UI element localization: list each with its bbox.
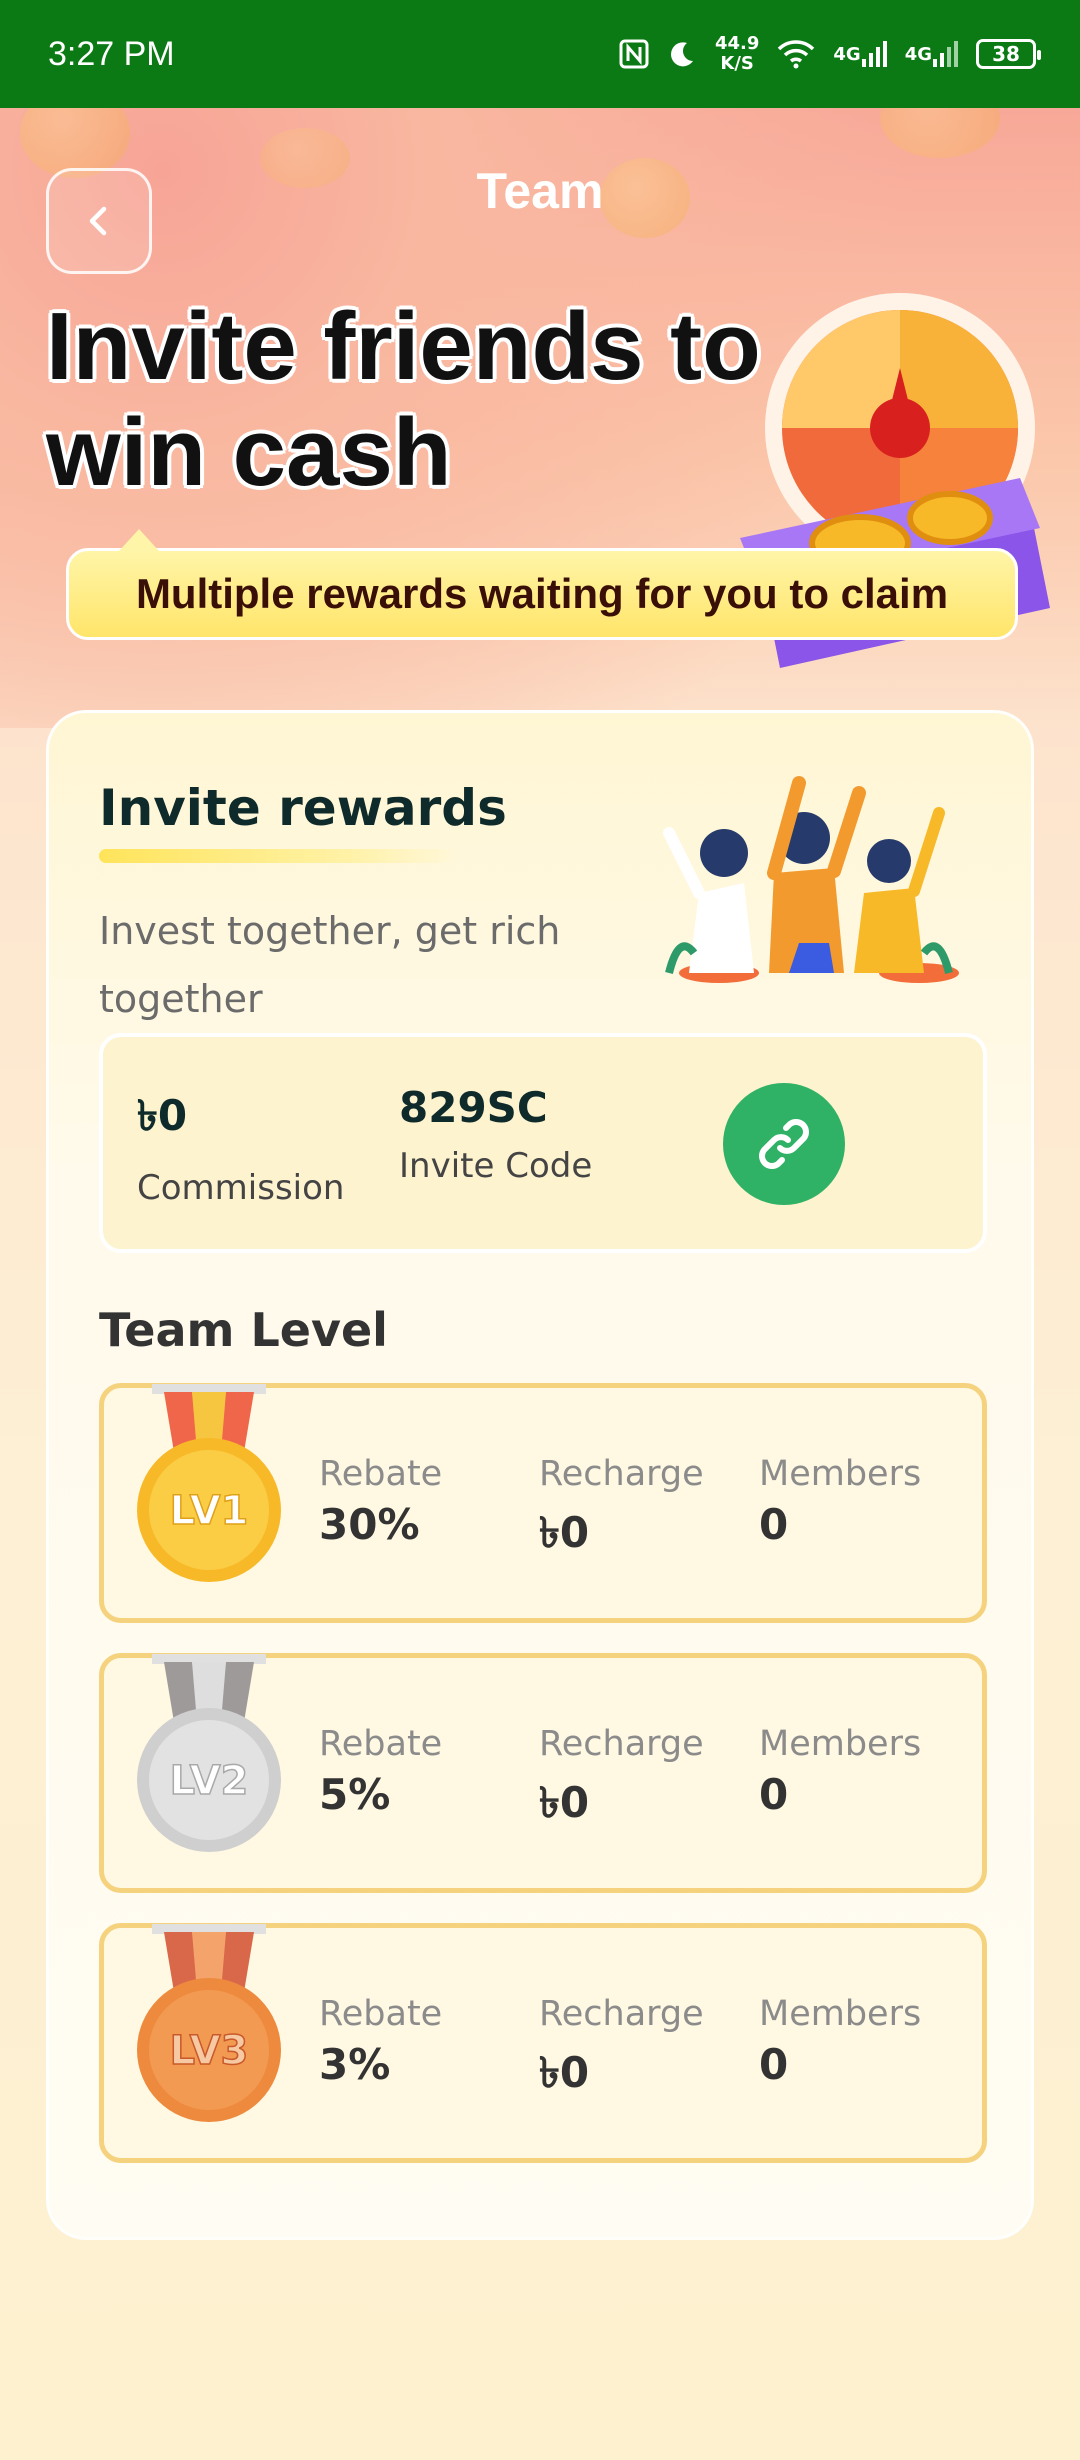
- celebrating-people-illustration: [663, 776, 959, 983]
- lv2-recharge: Recharge ৳0: [539, 1724, 704, 1827]
- nfc-icon: [619, 39, 649, 69]
- commission-stat: ৳0 Commission: [137, 1083, 344, 1208]
- status-icons: 44.9 K/S 4G 4G 38: [619, 33, 1041, 74]
- level-row-lv2[interactable]: LV2 Rebate 5% Recharge ৳0 Members 0: [99, 1653, 987, 1893]
- status-bar: 3:27 PM 44.9 K/S 4G 4G 38: [0, 0, 1080, 108]
- coin-decoration: [880, 108, 1000, 158]
- copy-invite-link-button[interactable]: [723, 1083, 845, 1205]
- lv3-recharge: Recharge ৳0: [539, 1994, 704, 2097]
- invite-rewards-title: Invite rewards: [99, 779, 507, 837]
- lv2-members: Members 0: [759, 1724, 922, 1819]
- level-row-lv3[interactable]: LV3 Rebate 3% Recharge ৳0 Members 0: [99, 1923, 987, 2163]
- lv3-members: Members 0: [759, 1994, 922, 2089]
- lv1-recharge: Recharge ৳0: [539, 1454, 704, 1557]
- title-underline: [99, 849, 459, 863]
- signal-icon-2: 4G: [905, 39, 958, 69]
- lv3-medal-icon: LV3: [137, 1924, 281, 2122]
- wifi-icon: [777, 39, 815, 69]
- status-time: 3:27 PM: [48, 34, 175, 73]
- net-speed: 44.9 K/S: [714, 33, 760, 74]
- invite-code-label: Invite Code: [399, 1146, 593, 1186]
- signal-icon: 4G: [833, 39, 887, 69]
- page-title: Team: [476, 163, 604, 219]
- invite-card: Invite rewards Invest together, get rich…: [46, 710, 1034, 2240]
- hero-headline: Invite friends to win cash: [46, 293, 761, 506]
- lv1-medal-icon: LV1: [137, 1384, 281, 1582]
- rewards-ribbon: Multiple rewards waiting for you to clai…: [66, 529, 1018, 640]
- lv2-rebate: Rebate 5%: [319, 1724, 443, 1819]
- invite-stats-box: ৳0 Commission 829SC Invite Code: [99, 1033, 987, 1253]
- lv2-badge-text: LV2: [170, 1758, 249, 1804]
- lv1-badge-text: LV1: [170, 1488, 249, 1534]
- level-row-lv1[interactable]: LV1 Rebate 30% Recharge ৳0 Members 0: [99, 1383, 987, 1623]
- hero-banner: Team Invite friends to win cash Multiple…: [0, 108, 1080, 728]
- lv2-medal-icon: LV2: [137, 1654, 281, 1852]
- lv3-rebate: Rebate 3%: [319, 1994, 443, 2089]
- link-icon: [759, 1119, 809, 1169]
- lv1-members: Members 0: [759, 1454, 922, 1549]
- commission-label: Commission: [137, 1168, 345, 1208]
- commission-value: ৳0: [137, 1091, 188, 1140]
- battery-icon: 38: [976, 39, 1041, 69]
- team-level-title: Team Level: [99, 1303, 388, 1357]
- moon-icon: [667, 39, 697, 69]
- lv3-badge-text: LV3: [170, 2028, 249, 2074]
- invite-code-stat: 829SC Invite Code: [399, 1083, 592, 1186]
- invite-subtitle: Invest together, get rich together: [99, 909, 561, 1021]
- invite-code-value[interactable]: 829SC: [399, 1083, 592, 1132]
- lv1-rebate: Rebate 30%: [319, 1454, 443, 1549]
